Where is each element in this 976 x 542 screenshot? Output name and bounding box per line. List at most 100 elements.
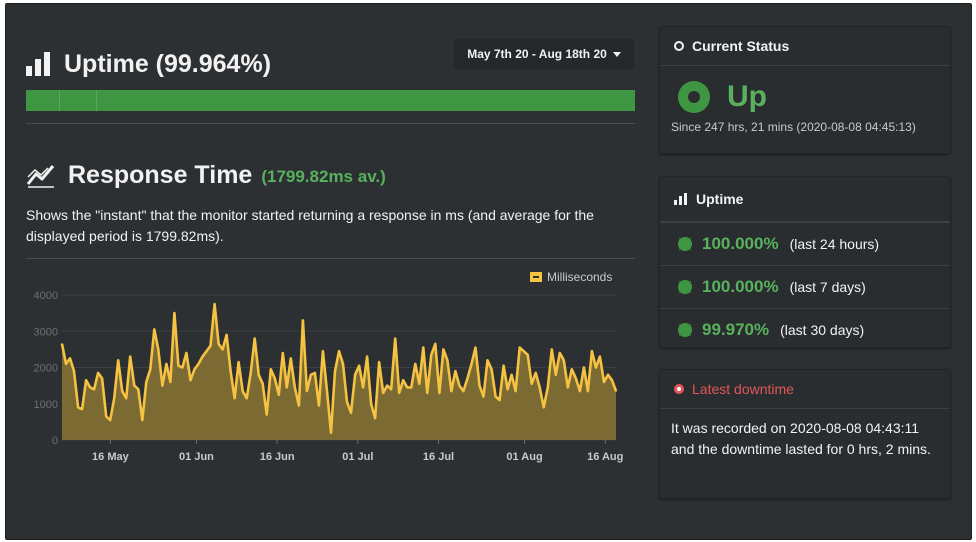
data-point: [482, 395, 485, 398]
data-point: [579, 390, 581, 392]
trend-line-icon: [26, 165, 55, 188]
latest-downtime-heading: Latest downtime: [692, 381, 794, 397]
data-point: [201, 355, 204, 358]
data-point: [366, 355, 368, 358]
data-point: [322, 350, 324, 352]
data-point: [402, 379, 405, 381]
data-point: [414, 363, 417, 365]
data-point: [430, 354, 433, 356]
uptime-title: Uptime (99.964%): [64, 49, 272, 78]
x-tick-label: 16 Aug: [587, 451, 623, 463]
data-point: [442, 348, 445, 351]
data-point: [458, 384, 461, 387]
data-point: [358, 364, 360, 367]
data-point: [370, 403, 372, 405]
data-point: [81, 408, 83, 410]
data-point: [257, 374, 260, 376]
y-tick-label: 4000: [34, 290, 58, 302]
data-point: [298, 404, 300, 407]
data-point: [290, 357, 292, 360]
data-point: [530, 383, 533, 385]
x-tick-label: 01 Aug: [506, 451, 542, 463]
status-state-row: Up: [660, 66, 950, 114]
data-point: [547, 386, 549, 389]
data-point: [478, 384, 481, 387]
main-column: Uptime (99.964%) May 7th 20 - Aug 18th 2…: [26, 4, 638, 539]
data-point: [101, 377, 103, 380]
x-tick-label: 01 Jun: [179, 451, 214, 463]
data-point: [454, 370, 457, 372]
x-tick-label: 16 Jun: [260, 451, 295, 463]
data-point: [534, 372, 537, 374]
data-point: [121, 390, 123, 392]
data-point: [338, 350, 340, 352]
data-point: [563, 359, 565, 362]
data-point: [145, 381, 148, 383]
data-point: [559, 352, 561, 354]
badge-check-icon: [678, 237, 692, 251]
data-point: [390, 388, 393, 391]
data-point: [486, 359, 489, 362]
data-point: [77, 406, 79, 409]
data-point: [137, 388, 140, 391]
divider: [26, 258, 635, 259]
uptime-bar: [26, 90, 635, 111]
data-point: [510, 374, 513, 376]
data-point: [129, 355, 131, 358]
y-tick-label: 2000: [34, 363, 58, 375]
data-point: [346, 401, 348, 403]
date-range-label: May 7th 20 - Aug 18th 20: [467, 47, 607, 61]
current-status-panel: Current Status Up Since 247 hrs, 21 mins…: [659, 26, 951, 154]
data-point: [229, 370, 232, 372]
data-point: [462, 390, 465, 392]
data-point: [169, 381, 172, 383]
data-point: [85, 379, 87, 381]
badge-check-icon: [678, 323, 692, 337]
badge-check-icon: [678, 280, 692, 294]
data-point: [334, 370, 336, 372]
data-point: [446, 359, 449, 362]
uptime-pct: 100.000%: [702, 277, 779, 296]
uptime-panel: Uptime 100.000% (last 24 hours) 100.000%…: [659, 176, 951, 348]
response-time-chart[interactable]: 0 1000 2000 3000 4000 16 May 01 Jun 16 Jun 01 Ju…: [26, 262, 638, 472]
data-point: [217, 343, 220, 345]
uptime-row-30d: 99.970% (last 30 days): [660, 308, 950, 351]
data-point: [378, 361, 380, 363]
data-point: [221, 348, 224, 351]
data-point: [603, 381, 605, 383]
data-point: [611, 379, 613, 381]
data-point: [591, 350, 593, 352]
data-point: [490, 368, 493, 371]
data-point: [595, 366, 597, 369]
data-point: [181, 366, 184, 369]
data-point: [89, 386, 91, 389]
data-point: [237, 361, 240, 363]
data-point: [197, 363, 200, 365]
data-point: [245, 397, 248, 400]
data-point: [93, 388, 95, 391]
data-point: [426, 392, 429, 394]
data-point: [314, 372, 316, 374]
data-point: [141, 419, 144, 421]
data-point: [177, 364, 180, 367]
data-point: [161, 384, 164, 387]
date-range-dropdown[interactable]: May 7th 20 - Aug 18th 20: [454, 39, 634, 69]
data-point: [109, 419, 111, 421]
data-point: [374, 417, 376, 420]
data-point: [286, 386, 288, 389]
data-point: [406, 386, 409, 389]
data-point: [65, 363, 67, 365]
data-point: [551, 348, 553, 351]
legend-swatch-mark: [533, 276, 539, 278]
response-header: Response Time (1799.82ms av.): [26, 158, 386, 192]
uptime-panel-header: Uptime: [660, 177, 950, 222]
response-average: (1799.82ms av.): [261, 167, 386, 186]
y-tick-label: 3000: [34, 326, 58, 338]
data-point: [153, 328, 156, 331]
up-ring-icon: [678, 81, 710, 113]
data-point: [502, 364, 505, 367]
data-point: [274, 377, 276, 380]
data-point: [249, 372, 252, 374]
uptime-header: Uptime (99.964%): [26, 44, 271, 84]
uptime-panel-heading: Uptime: [696, 191, 744, 207]
